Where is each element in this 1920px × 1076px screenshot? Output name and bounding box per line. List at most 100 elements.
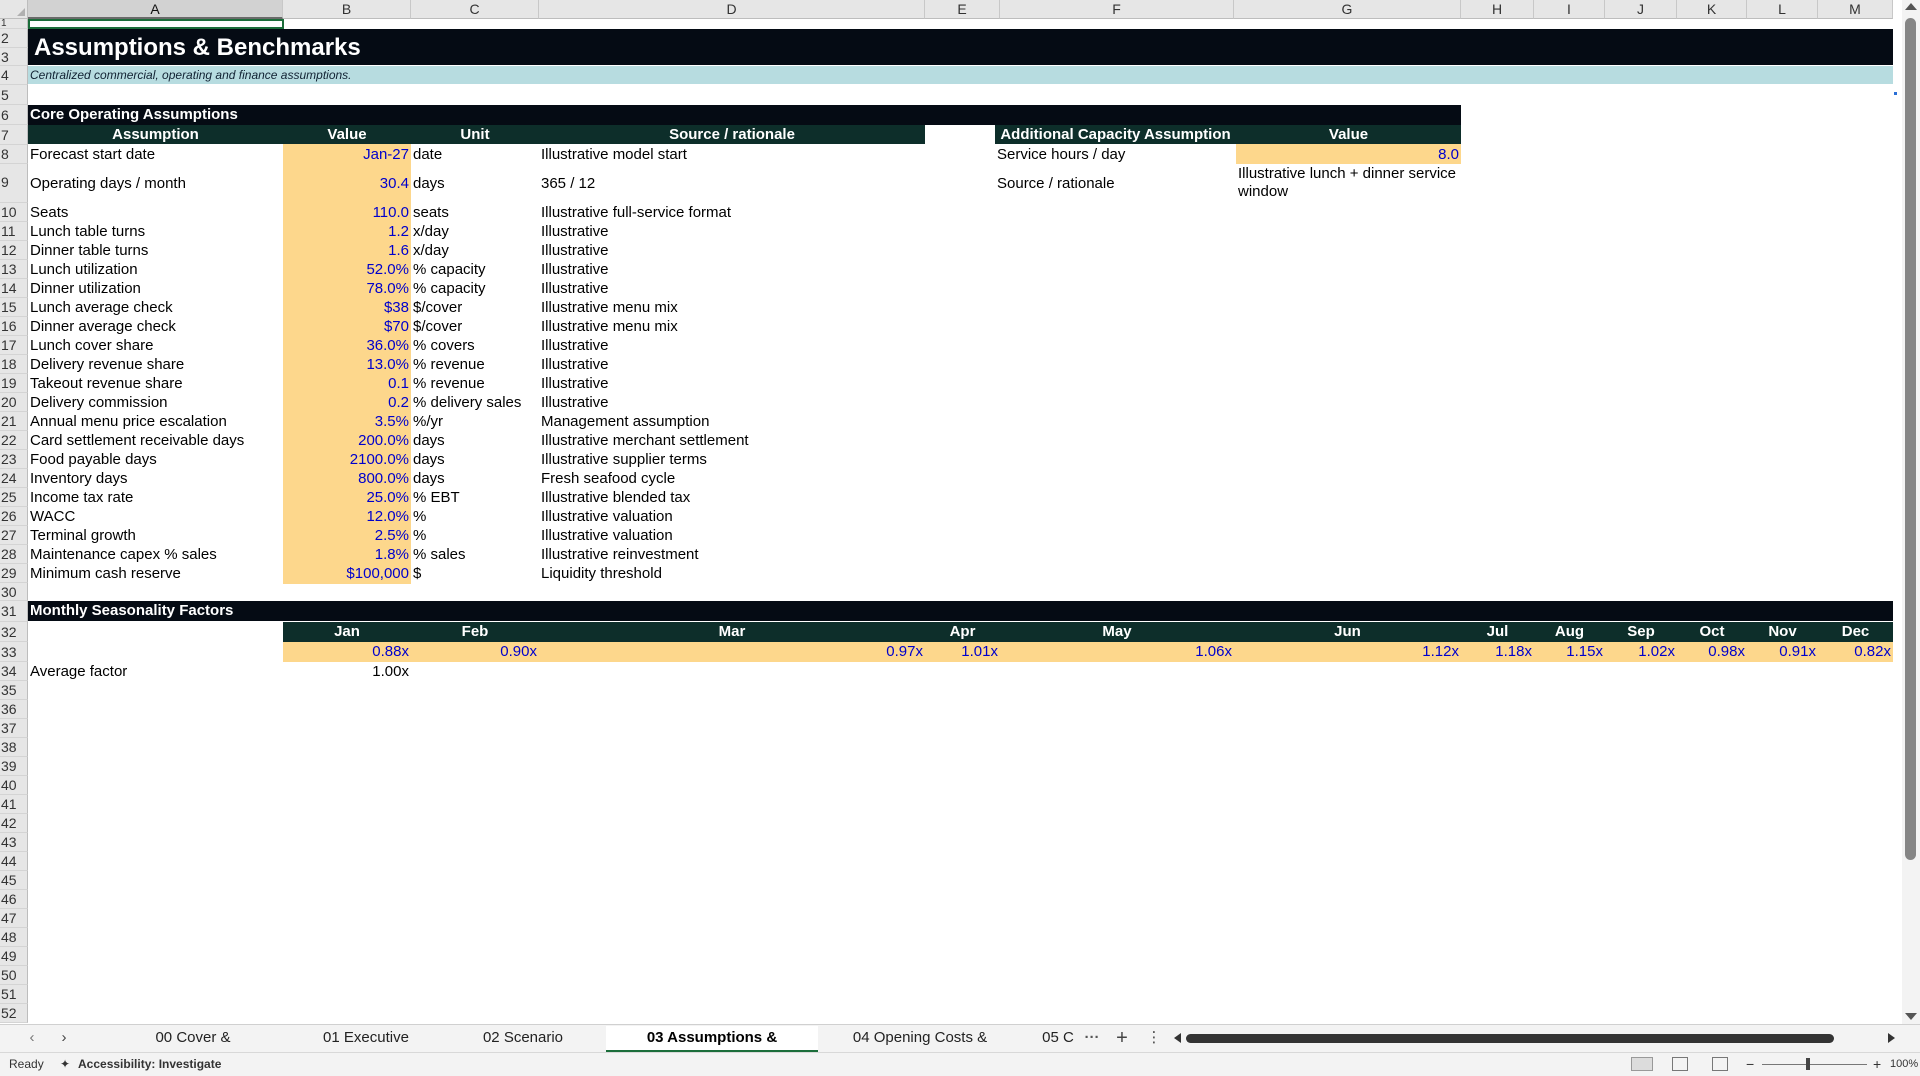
vertical-scroll-thumb[interactable]	[1905, 18, 1916, 860]
row-header-42[interactable]: 42	[0, 814, 28, 833]
assumption-value[interactable]: 25.0%	[283, 488, 411, 507]
row-header-50[interactable]: 50	[0, 966, 28, 985]
row-header-23[interactable]: 23	[0, 450, 28, 469]
row-header-10[interactable]: 10	[0, 203, 28, 222]
season-factor-feb[interactable]: 0.90x	[411, 642, 539, 661]
sheet-tab-5[interactable]: 05 C	[1040, 1026, 1076, 1050]
column-header-l[interactable]: L	[1747, 0, 1818, 19]
zoom-slider-thumb[interactable]	[1806, 1058, 1810, 1070]
season-factor-aug[interactable]: 1.15x	[1534, 642, 1605, 661]
row-header-28[interactable]: 28	[0, 545, 28, 564]
page-layout-view-icon[interactable]	[1672, 1057, 1688, 1071]
row-header-38[interactable]: 38	[0, 738, 28, 757]
sheet-tab-3[interactable]: 03 Assumptions & Benchmarks	[606, 1026, 818, 1070]
assumption-value[interactable]: 0.1	[283, 374, 411, 393]
row-header-24[interactable]: 24	[0, 469, 28, 488]
row-header-27[interactable]: 27	[0, 526, 28, 545]
assumption-value[interactable]: 0.2	[283, 393, 411, 412]
row-header-19[interactable]: 19	[0, 374, 28, 393]
assumption-value[interactable]: $70	[283, 317, 411, 336]
row-header-51[interactable]: 51	[0, 985, 28, 1004]
column-header-m[interactable]: M	[1818, 0, 1893, 19]
column-header-a[interactable]: A	[28, 0, 283, 19]
zoom-slider-track[interactable]	[1762, 1064, 1867, 1065]
row-header-5[interactable]: 5	[0, 85, 28, 105]
column-header-i[interactable]: I	[1534, 0, 1605, 19]
row-header-49[interactable]: 49	[0, 947, 28, 966]
column-header-e[interactable]: E	[925, 0, 1000, 19]
row-header-13[interactable]: 13	[0, 260, 28, 279]
column-header-b[interactable]: B	[283, 0, 411, 19]
assumption-value[interactable]: $100,000	[283, 564, 411, 583]
row-header-16[interactable]: 16	[0, 317, 28, 336]
row-header-33[interactable]: 33	[0, 642, 28, 662]
sheet-tab-1[interactable]: 01 Executive Dashboard	[286, 1026, 446, 1070]
assumption-value[interactable]: 200.0%	[283, 431, 411, 450]
sheet-tab-0[interactable]: 00 Cover & Navigation	[118, 1026, 268, 1070]
season-factor-jan[interactable]: 0.88x	[283, 642, 411, 661]
assumption-value[interactable]: 78.0%	[283, 279, 411, 298]
normal-view-icon[interactable]	[1631, 1057, 1653, 1071]
row-header-29[interactable]: 29	[0, 564, 28, 583]
row-header-8[interactable]: 8	[0, 145, 28, 164]
row-header-20[interactable]: 20	[0, 393, 28, 412]
row-header-48[interactable]: 48	[0, 928, 28, 947]
assumption-value[interactable]: $38	[283, 298, 411, 317]
row-header-30[interactable]: 30	[0, 583, 28, 601]
hscroll-left-icon[interactable]	[1174, 1033, 1181, 1043]
active-cell-a1[interactable]	[28, 19, 284, 29]
service-hours-value[interactable]: 8.0	[1236, 145, 1461, 164]
accessibility-icon[interactable]: ✦	[60, 1057, 70, 1071]
column-header-j[interactable]: J	[1605, 0, 1677, 19]
row-header-32[interactable]: 32	[0, 622, 28, 642]
select-all-corner[interactable]	[0, 0, 28, 19]
season-factor-sep[interactable]: 1.02x	[1605, 642, 1677, 661]
season-factor-apr[interactable]: 1.01x	[925, 642, 1000, 661]
row-header-18[interactable]: 18	[0, 355, 28, 374]
assumption-value[interactable]: 800.0%	[283, 469, 411, 488]
assumption-value[interactable]: 12.0%	[283, 507, 411, 526]
season-factor-dec[interactable]: 0.82x	[1818, 642, 1893, 661]
column-header-d[interactable]: D	[539, 0, 925, 19]
assumption-value[interactable]: 110.0	[283, 203, 411, 222]
row-header-22[interactable]: 22	[0, 431, 28, 450]
season-factor-may[interactable]: 1.06x	[1000, 642, 1234, 661]
row-header-3[interactable]: 3	[0, 48, 28, 66]
row-header-34[interactable]: 34	[0, 662, 28, 681]
zoom-level[interactable]: 100%	[1890, 1057, 1918, 1071]
row-header-9[interactable]: 9	[0, 164, 28, 203]
assumption-value[interactable]: 2100.0%	[283, 450, 411, 469]
row-header-26[interactable]: 26	[0, 507, 28, 526]
add-sheet-icon[interactable]: +	[1110, 1026, 1134, 1050]
sheet-options-icon[interactable]: ⋮	[1144, 1026, 1164, 1050]
season-factor-nov[interactable]: 0.91x	[1747, 642, 1818, 661]
accessibility-status[interactable]: Accessibility: Investigate	[78, 1057, 221, 1071]
zoom-in-icon[interactable]: +	[1873, 1057, 1881, 1071]
row-header-41[interactable]: 41	[0, 795, 28, 814]
row-header-43[interactable]: 43	[0, 833, 28, 852]
tab-scroll-left-icon[interactable]: ‹	[22, 1026, 42, 1050]
row-header-39[interactable]: 39	[0, 757, 28, 776]
row-header-17[interactable]: 17	[0, 336, 28, 355]
row-header-44[interactable]: 44	[0, 852, 28, 871]
assumption-value[interactable]: 1.6	[283, 241, 411, 260]
column-header-c[interactable]: C	[411, 0, 539, 19]
assumption-value[interactable]: 3.5%	[283, 412, 411, 431]
page-break-view-icon[interactable]	[1712, 1057, 1728, 1071]
row-header-11[interactable]: 11	[0, 222, 28, 241]
row-header-14[interactable]: 14	[0, 279, 28, 298]
row-header-25[interactable]: 25	[0, 488, 28, 507]
column-header-k[interactable]: K	[1677, 0, 1747, 19]
assumption-value[interactable]: 36.0%	[283, 336, 411, 355]
row-header-12[interactable]: 12	[0, 241, 28, 260]
spreadsheet-grid[interactable]: ABCDEFGHIJKLM 1 2 3 4 5 6 7 8 9 10 11 12 13 14 15 16 17 1…	[0, 0, 1920, 1076]
column-header-h[interactable]: H	[1461, 0, 1534, 19]
hscroll-right-icon[interactable]	[1888, 1033, 1895, 1043]
row-header-6[interactable]: 6	[0, 105, 28, 125]
assumption-value[interactable]: 2.5%	[283, 526, 411, 545]
row-header-52[interactable]: 52	[0, 1004, 28, 1023]
row-header-47[interactable]: 47	[0, 909, 28, 928]
assumption-value[interactable]: 1.8%	[283, 545, 411, 564]
assumption-value[interactable]: 52.0%	[283, 260, 411, 279]
assumption-value[interactable]: Jan-27	[283, 145, 411, 164]
